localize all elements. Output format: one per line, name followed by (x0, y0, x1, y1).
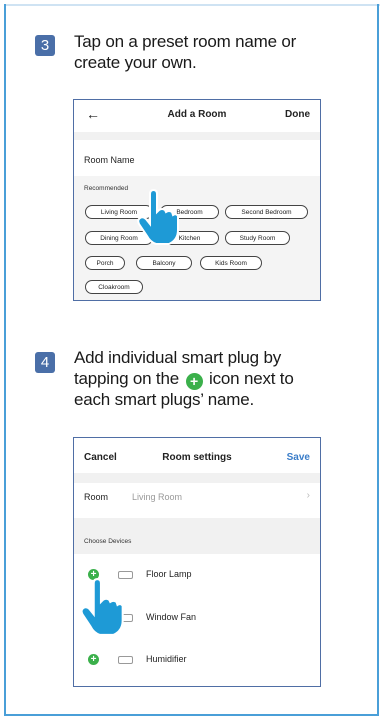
step-3-text-line1: Tap on a preset room name or (74, 32, 297, 51)
chip-study-room[interactable]: Study Room (225, 231, 290, 245)
step-4-text-line2: tapping on the + icon next to (74, 368, 294, 390)
divider (74, 473, 320, 483)
device-name: Humidifier (146, 654, 187, 664)
chip-cloakroom[interactable]: Cloakroom (85, 280, 143, 294)
step-3-text-line2: create your own. (74, 53, 197, 72)
room-value[interactable]: Living Room (132, 492, 182, 502)
room-settings-screen: Cancel Room settings Save Room Living Ro… (73, 437, 321, 687)
done-button[interactable]: Done (285, 109, 310, 120)
chip-kids-room[interactable]: Kids Room (200, 256, 262, 270)
divider (74, 132, 320, 140)
device-name: Floor Lamp (146, 569, 192, 579)
add-room-screen: ← Add a Room Done Room Name Recommended … (73, 99, 321, 301)
chip-balcony[interactable]: Balcony (136, 256, 192, 270)
choose-devices-label: Choose Devices (84, 538, 132, 545)
step-4-text-line2b: icon next to (209, 369, 294, 388)
step-4-text-line1: Add individual smart plug by (74, 348, 282, 367)
pointing-hand-icon (80, 578, 124, 636)
step-4-text-line3: each smart plugs’ name. (74, 390, 254, 409)
step-4-badge: 4 (35, 352, 55, 373)
plus-circle-icon: + (185, 373, 203, 390)
device-name: Window Fan (146, 612, 197, 622)
chevron-right-icon[interactable]: › (307, 490, 310, 501)
recommended-label: Recommended (84, 185, 129, 192)
add-device-plus-icon[interactable]: + (88, 654, 99, 665)
room-settings-title: Room settings (162, 452, 232, 463)
divider (74, 518, 320, 554)
pointing-hand-icon (137, 188, 179, 245)
add-room-header: ← Add a Room Done (74, 100, 320, 132)
room-name-field[interactable]: Room Name (84, 155, 135, 165)
chip-porch[interactable]: Porch (85, 256, 125, 270)
step-3-badge: 3 (35, 35, 55, 56)
add-room-title: Add a Room (167, 109, 227, 120)
smart-plug-icon (118, 656, 133, 664)
room-label: Room (84, 492, 109, 502)
step-4-text-line2a: tapping on the (74, 369, 179, 388)
save-button[interactable]: Save (287, 452, 310, 463)
chip-second-bedroom[interactable]: Second Bedroom (225, 205, 308, 219)
